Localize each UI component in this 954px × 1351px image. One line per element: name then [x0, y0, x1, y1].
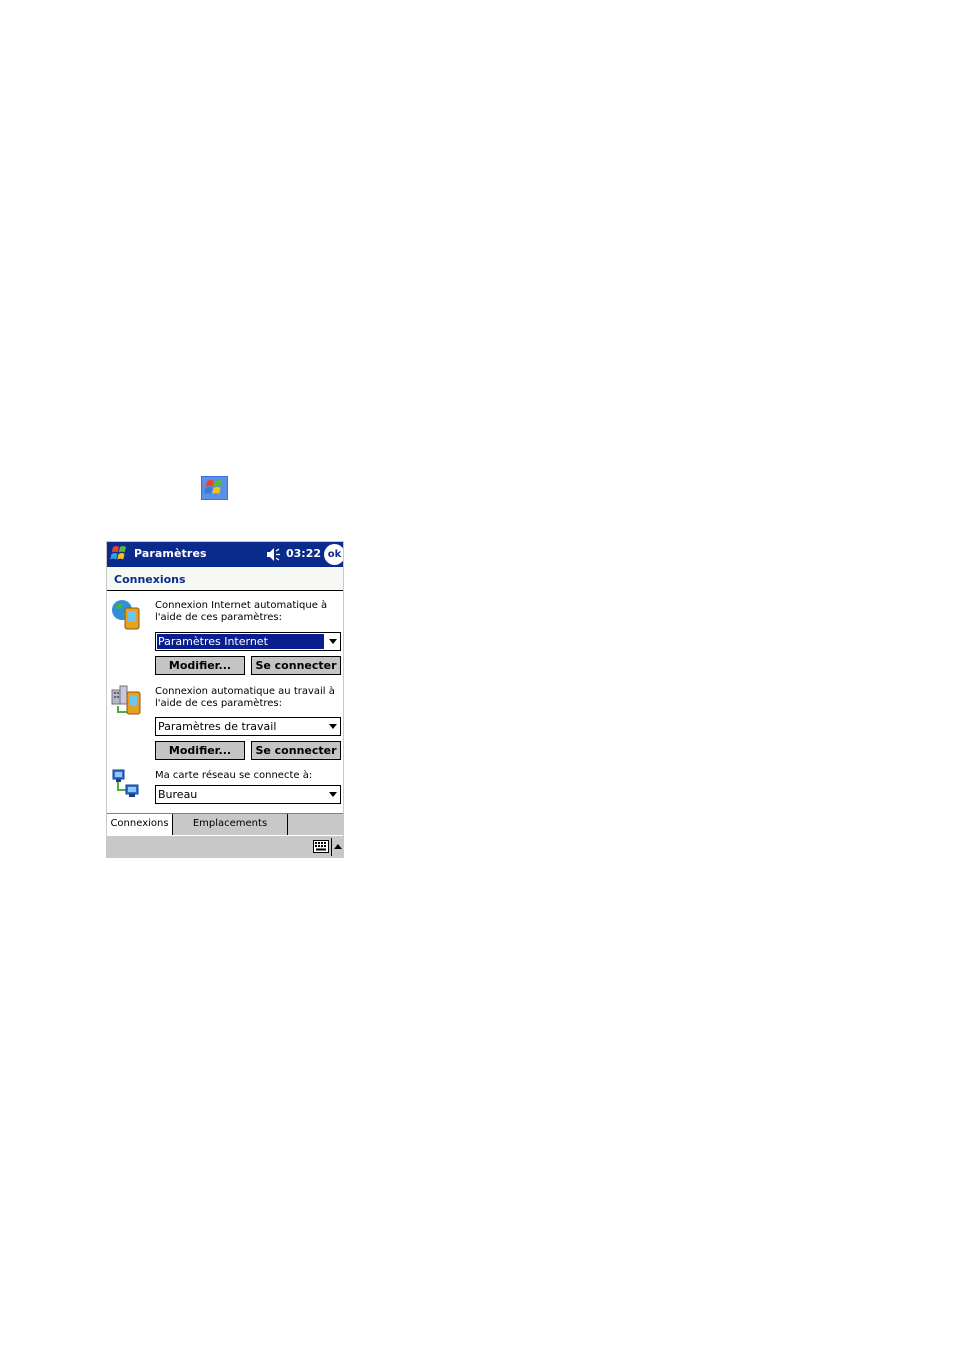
- chevron-down-icon: [329, 792, 337, 797]
- separator: [331, 838, 332, 856]
- tab-connexions[interactable]: Connexions: [107, 814, 173, 835]
- windows-flag-icon: [110, 546, 126, 560]
- chevron-down-icon: [329, 639, 337, 644]
- up-arrow-icon[interactable]: [334, 844, 342, 849]
- work-connection-icon: [111, 685, 141, 715]
- internet-settings-value: Paramètres Internet: [157, 634, 324, 649]
- tab-strip: Connexions Emplacements d'appel: [107, 813, 343, 849]
- network-value: Bureau: [158, 788, 198, 801]
- network-label: Ma carte réseau se connecte à:: [155, 770, 313, 781]
- work-settings-value: Paramètres de travail: [158, 720, 277, 733]
- keyboard-icon[interactable]: [313, 840, 329, 853]
- tab-emplacements-appel[interactable]: Emplacements d'appel: [173, 814, 288, 849]
- window-title: Paramètres: [134, 547, 207, 560]
- chevron-down-icon: [329, 724, 337, 729]
- pocket-pc-screen: Paramètres 03:22 ok Connexions Connexion…: [106, 541, 344, 858]
- page: Paramètres 03:22 ok Connexions Connexion…: [0, 0, 954, 1351]
- windows-flag-icon: [201, 476, 228, 500]
- menu-bar: [107, 835, 343, 857]
- network-dropdown[interactable]: Bureau: [155, 785, 341, 804]
- speaker-icon[interactable]: [265, 546, 283, 563]
- ok-button[interactable]: ok: [324, 544, 343, 565]
- section-title: Connexions: [114, 573, 186, 586]
- clock[interactable]: 03:22: [286, 547, 321, 560]
- work-connect-button[interactable]: Se connecter: [251, 741, 341, 760]
- internet-label: Connexion Internet automatique à l'aide …: [155, 600, 328, 623]
- work-modify-button[interactable]: Modifier...: [155, 741, 245, 760]
- network-card-icon: [112, 769, 139, 797]
- work-label: Connexion automatique au travail à l'aid…: [155, 686, 335, 709]
- internet-settings-dropdown[interactable]: Paramètres Internet: [155, 632, 341, 651]
- internet-connect-button[interactable]: Se connecter: [251, 656, 341, 675]
- section-header: Connexions: [107, 567, 343, 591]
- internet-modify-button[interactable]: Modifier...: [155, 656, 245, 675]
- internet-connection-icon: [112, 600, 140, 630]
- work-settings-dropdown[interactable]: Paramètres de travail: [155, 717, 341, 736]
- title-bar: Paramètres 03:22 ok: [107, 542, 343, 567]
- start-button[interactable]: [107, 542, 132, 567]
